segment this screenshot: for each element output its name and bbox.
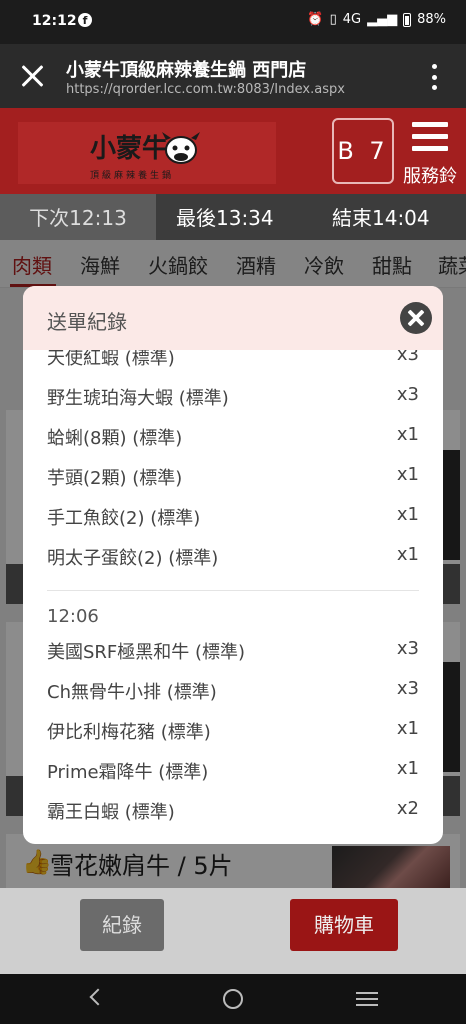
status-icons: ⏰ ▯ 4G ▂▄▆ 88% (307, 12, 446, 27)
order-history-dialog: 送單紀錄 天使紅蝦 (標準) x3 野生琥珀海大蝦 (標準) x3 蛤蜊(8顆)… (23, 286, 443, 844)
bottom-action-bar: 紀錄 購物車 (0, 888, 466, 974)
order-item-name: 伊比利梅花豬 (標準) (47, 722, 211, 743)
status-bar: 12:12 f ⏰ ▯ 4G ▂▄▆ 88% (0, 0, 466, 44)
order-item-qty: x1 (396, 758, 419, 779)
order-item-name: 明太子蛋餃(2) (標準) (47, 548, 219, 569)
order-item-qty: x1 (396, 504, 419, 525)
order-item: 芋頭(2顆) (標準) x1 (47, 464, 419, 494)
battery-percent: 88% (417, 12, 446, 27)
order-item: 手工魚餃(2) (標準) x1 (47, 504, 419, 534)
order-item-name: Prime霜降牛 (標準) (47, 762, 209, 783)
next-order-time: 下次12:13 (0, 194, 156, 240)
recent-apps-icon[interactable] (356, 992, 378, 1006)
browser-toolbar: 小蒙牛頂級麻辣養生鍋 西門店 https://qrorder.lcc.com.t… (0, 44, 466, 108)
home-icon[interactable] (223, 989, 243, 1009)
page-title: 小蒙牛頂級麻辣養生鍋 西門店 (66, 60, 307, 81)
order-item: 霸王白蝦 (標準) x2 (47, 798, 419, 828)
order-item-qty: x1 (396, 718, 419, 739)
vibrate-icon: ▯ (329, 12, 337, 27)
dialog-header: 送單紀錄 (23, 286, 443, 350)
order-item: 蛤蜊(8顆) (標準) x1 (47, 424, 419, 454)
order-item: 伊比利梅花豬 (標準) x1 (47, 718, 419, 748)
logo-text: 小蒙牛 (90, 134, 169, 164)
order-item-qty: x2 (396, 798, 419, 819)
order-item-name: 芋頭(2顆) (標準) (47, 468, 183, 489)
dialog-title: 送單紀錄 (47, 310, 127, 334)
order-item: 明太子蛋餃(2) (標準) x1 (47, 544, 419, 574)
table-number-badge: B 7 (332, 118, 394, 184)
status-time: 12:12 (32, 13, 77, 29)
close-icon[interactable] (18, 62, 46, 90)
page-url: https://qrorder.lcc.com.tw:8083/Index.as… (66, 82, 345, 97)
facebook-icon: f (78, 13, 92, 27)
order-item-name: 霸王白蝦 (標準) (47, 802, 175, 823)
order-item-name: 手工魚餃(2) (標準) (47, 508, 201, 529)
logo-subtitle: 頂級麻辣養生鍋 (90, 171, 175, 181)
order-item: 天使紅蝦 (標準) x3 (47, 350, 419, 374)
network-label: 4G (342, 12, 362, 27)
cow-logo-icon (162, 132, 200, 164)
order-item-name: 蛤蜊(8顆) (標準) (47, 428, 183, 449)
order-item-qty: x3 (396, 350, 419, 365)
service-bell-button[interactable]: 服務鈴 (398, 120, 462, 190)
order-item-qty: x1 (396, 464, 419, 485)
order-group-time: 12:06 (47, 606, 99, 627)
more-options-icon[interactable] (432, 64, 438, 90)
restaurant-logo: 小蒙牛 頂級麻辣養生鍋 (18, 122, 276, 184)
last-order-time: 最後13:34 (176, 206, 274, 230)
group-divider (47, 590, 419, 591)
order-item: Prime霜降牛 (標準) x1 (47, 758, 419, 788)
service-bell-label: 服務鈴 (403, 166, 457, 187)
order-item-name: 天使紅蝦 (標準) (47, 350, 175, 369)
order-item-name: Ch無骨牛小排 (標準) (47, 682, 217, 703)
order-list[interactable]: 天使紅蝦 (標準) x3 野生琥珀海大蝦 (標準) x3 蛤蜊(8顆) (標準)… (23, 350, 443, 844)
battery-icon (403, 12, 412, 27)
order-item-qty: x3 (396, 678, 419, 699)
ordering-time-row: 下次12:13 最後13:34 結束14:04 (0, 194, 466, 240)
app-header: 小蒙牛 頂級麻辣養生鍋 B 7 服務鈴 (0, 108, 466, 194)
close-dialog-icon[interactable] (400, 302, 432, 334)
order-item-qty: x3 (396, 638, 419, 659)
order-item: 野生琥珀海大蝦 (標準) x3 (47, 384, 419, 414)
cart-button[interactable]: 購物車 (290, 899, 398, 951)
end-time: 結束14:04 (332, 206, 430, 230)
order-item: 美國SRF極黑和牛 (標準) x3 (47, 638, 419, 668)
back-icon[interactable] (89, 988, 107, 1006)
order-item-qty: x1 (396, 544, 419, 565)
menu-icon (412, 122, 448, 152)
order-item-qty: x3 (396, 384, 419, 405)
record-button[interactable]: 紀錄 (80, 899, 164, 951)
signal-icon: ▂▄▆ (367, 12, 398, 27)
alarm-icon: ⏰ (307, 12, 324, 27)
order-item-qty: x1 (396, 424, 419, 445)
order-item-name: 美國SRF極黑和牛 (標準) (47, 642, 246, 663)
system-nav-bar (0, 974, 466, 1024)
order-item: Ch無骨牛小排 (標準) x3 (47, 678, 419, 708)
order-item-name: 野生琥珀海大蝦 (標準) (47, 388, 229, 409)
